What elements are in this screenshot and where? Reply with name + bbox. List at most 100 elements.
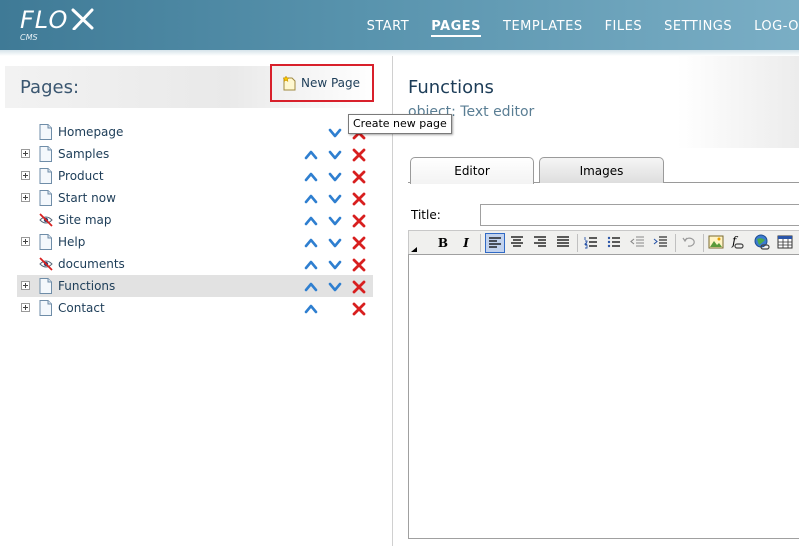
editor-tabs: Editor Images xyxy=(408,157,799,184)
page-icon xyxy=(39,168,52,184)
delete-icon[interactable] xyxy=(352,169,366,184)
undo-button[interactable] xyxy=(680,233,700,253)
image-icon xyxy=(708,235,724,249)
ordered-list-icon xyxy=(583,237,597,249)
tree-row[interactable]: documents xyxy=(17,253,373,275)
delete-icon[interactable] xyxy=(352,191,366,206)
move-up-icon[interactable] xyxy=(304,169,318,183)
move-down-icon[interactable] xyxy=(328,279,342,293)
toolbar-separator xyxy=(675,234,676,252)
tree-row-label[interactable]: Functions xyxy=(58,279,115,293)
move-down-icon[interactable] xyxy=(328,169,342,183)
expand-icon[interactable] xyxy=(21,193,30,202)
move-up-icon[interactable] xyxy=(304,235,318,249)
move-up-icon[interactable] xyxy=(304,213,318,227)
toolbar-separator xyxy=(703,234,704,252)
image-button[interactable] xyxy=(707,233,727,253)
new-page-icon xyxy=(282,75,296,91)
move-up-icon[interactable] xyxy=(304,301,318,315)
align-left-icon xyxy=(489,237,501,248)
tree-row[interactable]: Samples xyxy=(17,143,373,165)
align-center-button[interactable] xyxy=(508,233,528,253)
new-page-label: New Page xyxy=(301,76,361,90)
move-up-icon[interactable] xyxy=(304,257,318,271)
tree-row[interactable]: Functions xyxy=(17,275,373,297)
delete-icon[interactable] xyxy=(352,235,366,250)
tab-editor[interactable]: Editor xyxy=(410,157,534,184)
tree-row-label[interactable]: documents xyxy=(58,257,125,271)
align-center-icon xyxy=(511,236,523,247)
tree-row[interactable]: Start now xyxy=(17,187,373,209)
nav-settings[interactable]: SETTINGS xyxy=(664,19,732,37)
toolbar-handle-icon xyxy=(411,247,417,252)
undo-icon xyxy=(682,237,695,247)
align-justify-button[interactable] xyxy=(554,233,574,253)
move-up-icon[interactable] xyxy=(304,147,318,161)
page-icon xyxy=(39,278,52,294)
delete-icon[interactable] xyxy=(352,301,366,316)
align-right-button[interactable] xyxy=(531,233,551,253)
tree-row-label[interactable]: Product xyxy=(58,169,104,183)
nav-logout[interactable]: LOG-O xyxy=(754,19,799,37)
tree-row[interactable]: Homepage xyxy=(17,121,373,143)
align-left-button[interactable] xyxy=(485,233,505,253)
bold-button[interactable]: B xyxy=(433,233,453,253)
tree-row-label[interactable]: Homepage xyxy=(58,125,123,139)
page-icon xyxy=(39,124,52,140)
title-field[interactable] xyxy=(480,204,799,226)
logo-subtitle: CMS xyxy=(20,33,38,42)
toolbar-separator xyxy=(480,234,481,252)
tree-row[interactable]: Product xyxy=(17,165,373,187)
nav-start[interactable]: START xyxy=(367,19,410,37)
page-icon xyxy=(39,234,52,250)
logo[interactable]: FLO CMS xyxy=(20,6,96,42)
align-right-icon xyxy=(534,236,546,247)
move-up-icon[interactable] xyxy=(304,279,318,293)
delete-icon[interactable] xyxy=(352,279,366,294)
title-field-label: Title: xyxy=(411,208,441,222)
outdent-button[interactable] xyxy=(628,233,648,253)
logo-x-icon xyxy=(71,8,94,30)
expand-icon[interactable] xyxy=(21,303,30,312)
tree-row-label[interactable]: Samples xyxy=(58,147,109,161)
italic-icon: I xyxy=(463,236,469,250)
tree-row-label[interactable]: Contact xyxy=(58,301,105,315)
move-down-icon[interactable] xyxy=(328,213,342,227)
globe-link-button[interactable] xyxy=(753,233,773,253)
move-down-icon[interactable] xyxy=(328,257,342,271)
new-page-button[interactable]: New Page xyxy=(270,64,374,102)
expand-icon[interactable] xyxy=(21,237,30,246)
editor-content-area[interactable] xyxy=(408,254,799,539)
move-down-icon[interactable] xyxy=(328,125,342,139)
delete-icon[interactable] xyxy=(352,257,366,272)
nav-pages[interactable]: PAGES xyxy=(431,19,482,37)
expand-icon[interactable] xyxy=(21,281,30,290)
tree-row-label[interactable]: Help xyxy=(58,235,85,249)
nav-files[interactable]: FILES xyxy=(605,19,643,37)
tree-row-label[interactable]: Start now xyxy=(58,191,116,205)
delete-icon[interactable] xyxy=(352,213,366,228)
move-down-icon[interactable] xyxy=(328,235,342,249)
expand-icon[interactable] xyxy=(21,149,30,158)
tree-row-label[interactable]: Site map xyxy=(58,213,112,227)
move-down-icon[interactable] xyxy=(328,147,342,161)
indent-button[interactable] xyxy=(651,233,671,253)
italic-button[interactable]: I xyxy=(456,233,476,253)
tab-images[interactable]: Images xyxy=(539,157,664,183)
move-down-icon[interactable] xyxy=(328,191,342,205)
tree-row[interactable]: Contact xyxy=(17,297,373,319)
delete-icon[interactable] xyxy=(352,147,366,162)
pages-title: Pages: xyxy=(20,77,80,98)
align-justify-icon xyxy=(557,236,569,247)
link-button[interactable]: f xyxy=(730,233,750,253)
table-button[interactable] xyxy=(776,233,796,253)
hidden-page-icon xyxy=(38,256,54,272)
tree-row[interactable]: Help xyxy=(17,231,373,253)
content-header xyxy=(393,56,799,148)
tree-row[interactable]: Site map xyxy=(17,209,373,231)
ordered-list-button[interactable] xyxy=(582,233,602,253)
unordered-list-button[interactable] xyxy=(605,233,625,253)
expand-icon[interactable] xyxy=(21,171,30,180)
nav-templates[interactable]: TEMPLATES xyxy=(503,19,583,37)
move-up-icon[interactable] xyxy=(304,191,318,205)
